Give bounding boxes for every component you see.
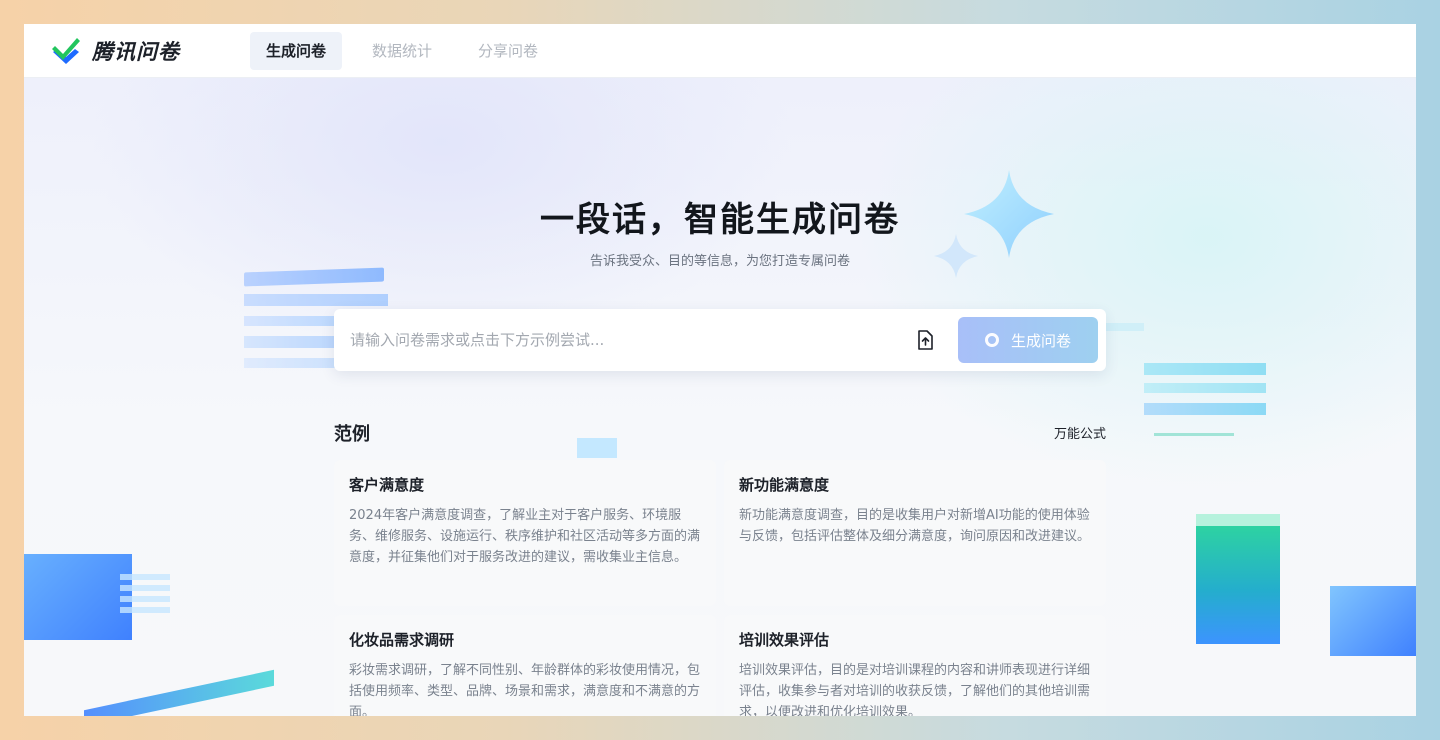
cube-top-decoration-right: [1196, 514, 1280, 526]
example-card-customer-satisfaction[interactable]: 客户满意度 2024年客户满意度调查，了解业主对于客户服务、环境服务、维修服务、…: [334, 460, 716, 606]
ribbon-decoration-bottom: [84, 669, 274, 716]
prompt-box: 生成问卷: [334, 309, 1106, 371]
tab-data-statistics[interactable]: 数据统计: [356, 32, 448, 70]
loading-spinner-icon: [984, 333, 999, 347]
example-card-title: 客户满意度: [349, 476, 425, 494]
example-card-desc: 培训效果评估，目的是对培训课程的内容和讲师表现进行详细评估，收集参与者对培训的收…: [739, 663, 1091, 716]
upload-file-button[interactable]: [914, 329, 936, 351]
page-subtitle: 告诉我受众、目的等信息，为您打造专属问卷: [589, 254, 850, 269]
stripes-decoration-left: [120, 574, 170, 618]
small-block-decoration: [577, 438, 617, 458]
cube-decoration-far-right: [1330, 586, 1416, 656]
cube-decoration-left: [24, 554, 132, 640]
tencent-survey-logo-icon: [52, 37, 80, 64]
cube-decoration-right: [1196, 526, 1280, 644]
universal-formula-link[interactable]: 万能公式: [1054, 423, 1106, 442]
top-navbar: 腾讯问卷 生成问卷 数据统计 分享问卷: [24, 24, 1416, 78]
survey-prompt-input[interactable]: [350, 331, 890, 349]
page-title: 一段话，智能生成问卷: [540, 200, 900, 240]
main-content: 一段话，智能生成问卷 告诉我受众、目的等信息，为您打造专属问卷 生成问卷 范例 …: [24, 78, 1416, 716]
example-card-new-feature-satisfaction[interactable]: 新功能满意度 新功能满意度调查，目的是收集用户对新增AI功能的使用体验与反馈，包…: [724, 460, 1106, 606]
generate-survey-button[interactable]: 生成问卷: [958, 317, 1098, 363]
example-card-desc: 新功能满意度调查，目的是收集用户对新增AI功能的使用体验与反馈，包括评估整体及细…: [739, 508, 1091, 544]
example-card-title: 新功能满意度: [739, 476, 830, 494]
example-card-title: 化妆品需求调研: [349, 631, 455, 649]
upload-file-icon: [918, 330, 933, 350]
example-card-desc: 彩妆需求调研，了解不同性别、年龄群体的彩妆使用情况，包括使用频率、类型、品牌、场…: [349, 663, 701, 716]
tab-share-survey[interactable]: 分享问卷: [462, 32, 554, 70]
example-card-cosmetics-research[interactable]: 化妆品需求调研 彩妆需求调研，了解不同性别、年龄群体的彩妆使用情况，包括使用频率…: [334, 615, 716, 716]
examples-heading: 范例: [334, 424, 370, 445]
app-window: 腾讯问卷 生成问卷 数据统计 分享问卷 一段话，智能生成问卷 告诉我受众、目的等…: [24, 24, 1416, 716]
main-nav: 生成问卷 数据统计 分享问卷: [250, 31, 554, 70]
example-card-title: 培训效果评估: [739, 631, 830, 649]
example-card-desc: 2024年客户满意度调查，了解业主对于客户服务、环境服务、维修服务、设施运行、秩…: [349, 508, 701, 565]
brand-logo[interactable]: 腾讯问卷: [50, 35, 226, 67]
brand-name: 腾讯问卷: [92, 39, 180, 64]
example-card-training-evaluation[interactable]: 培训效果评估 培训效果评估，目的是对培训课程的内容和讲师表现进行详细评估，收集参…: [724, 615, 1106, 716]
generate-survey-button-label: 生成问卷: [1010, 331, 1071, 350]
tab-generate-survey[interactable]: 生成问卷: [250, 31, 343, 70]
